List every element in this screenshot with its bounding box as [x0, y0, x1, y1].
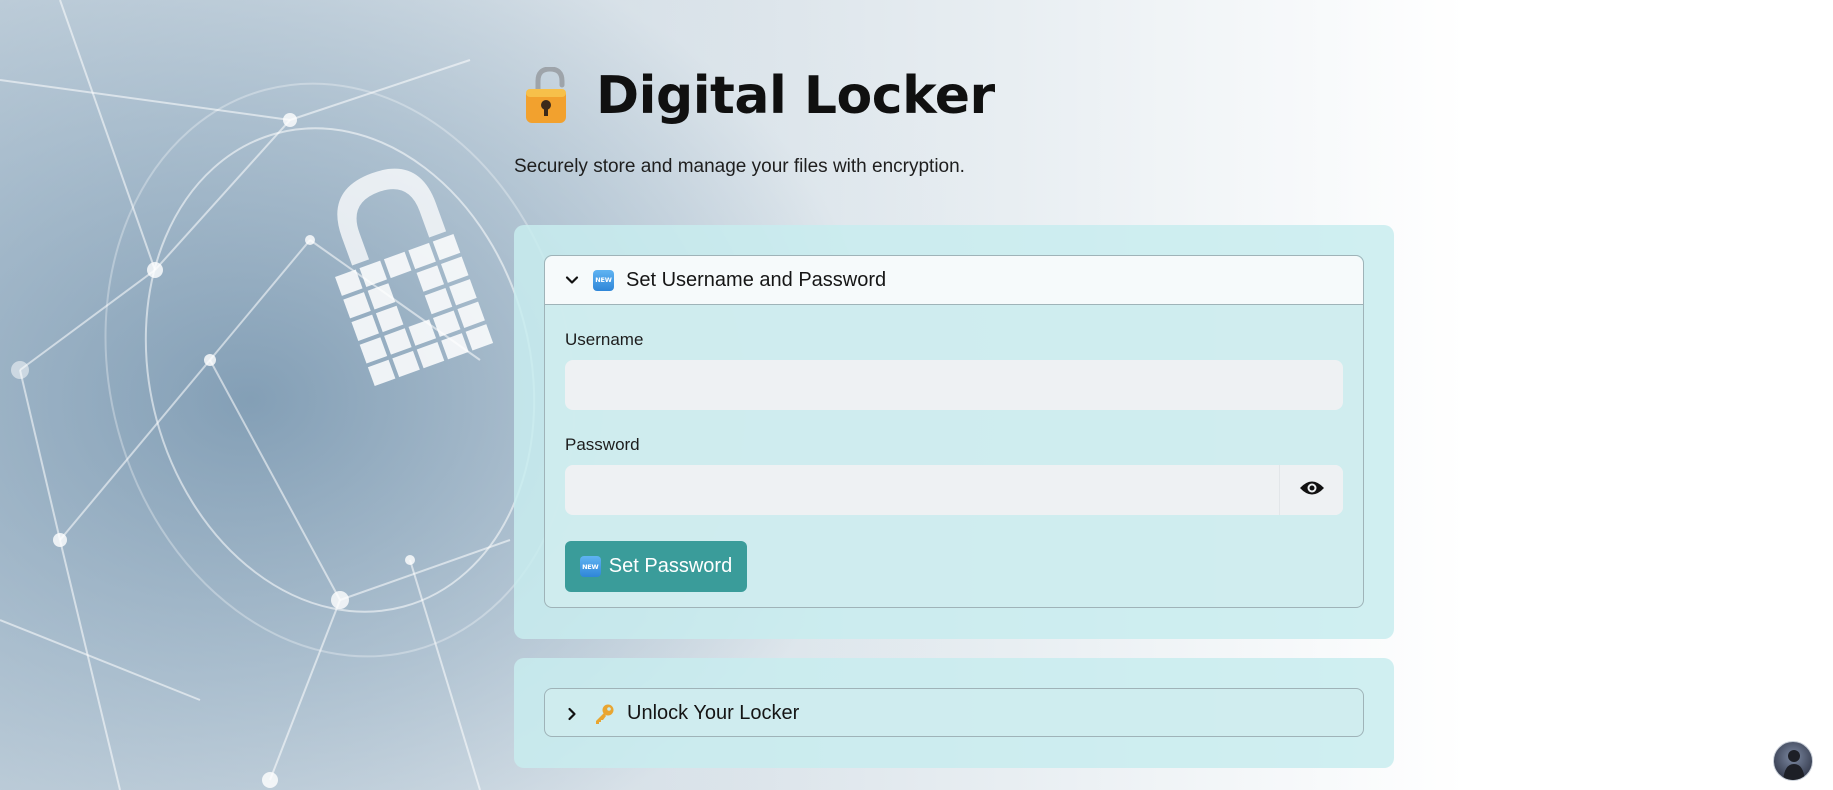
setup-expander-header[interactable]: NEW Set Username and Password — [545, 256, 1363, 305]
eye-icon — [1299, 479, 1325, 502]
chevron-down-icon — [563, 271, 581, 289]
username-label: Username — [565, 330, 644, 349]
setup-panel: NEW Set Username and Password Username P… — [514, 225, 1394, 639]
unlock-expander-header[interactable]: Unlock Your Locker — [545, 689, 1363, 738]
setup-expander: NEW Set Username and Password Username P… — [544, 255, 1364, 608]
set-password-label: Set Password — [608, 555, 733, 577]
page-title: Digital Locker — [596, 66, 995, 126]
password-label: Password — [565, 435, 640, 454]
set-password-button[interactable]: NEW Set Password — [565, 541, 747, 592]
header: Digital Locker — [524, 66, 995, 126]
username-input[interactable] — [565, 360, 1343, 410]
password-input[interactable] — [565, 465, 1343, 515]
unlock-expander-label: Unlock Your Locker — [627, 702, 800, 724]
page-subtitle: Securely store and manage your files wit… — [514, 156, 965, 177]
show-password-toggle[interactable] — [1279, 465, 1343, 515]
new-badge-icon: NEW — [593, 269, 614, 291]
open-lock-icon — [524, 66, 574, 125]
chevron-right-icon — [563, 705, 581, 723]
new-badge-icon: NEW — [579, 556, 601, 577]
user-avatar[interactable] — [1773, 741, 1813, 781]
unlock-panel: Unlock Your Locker — [514, 658, 1394, 768]
key-icon — [593, 703, 615, 725]
setup-expander-label: Set Username and Password — [626, 268, 887, 291]
unlock-expander: Unlock Your Locker — [544, 688, 1364, 737]
